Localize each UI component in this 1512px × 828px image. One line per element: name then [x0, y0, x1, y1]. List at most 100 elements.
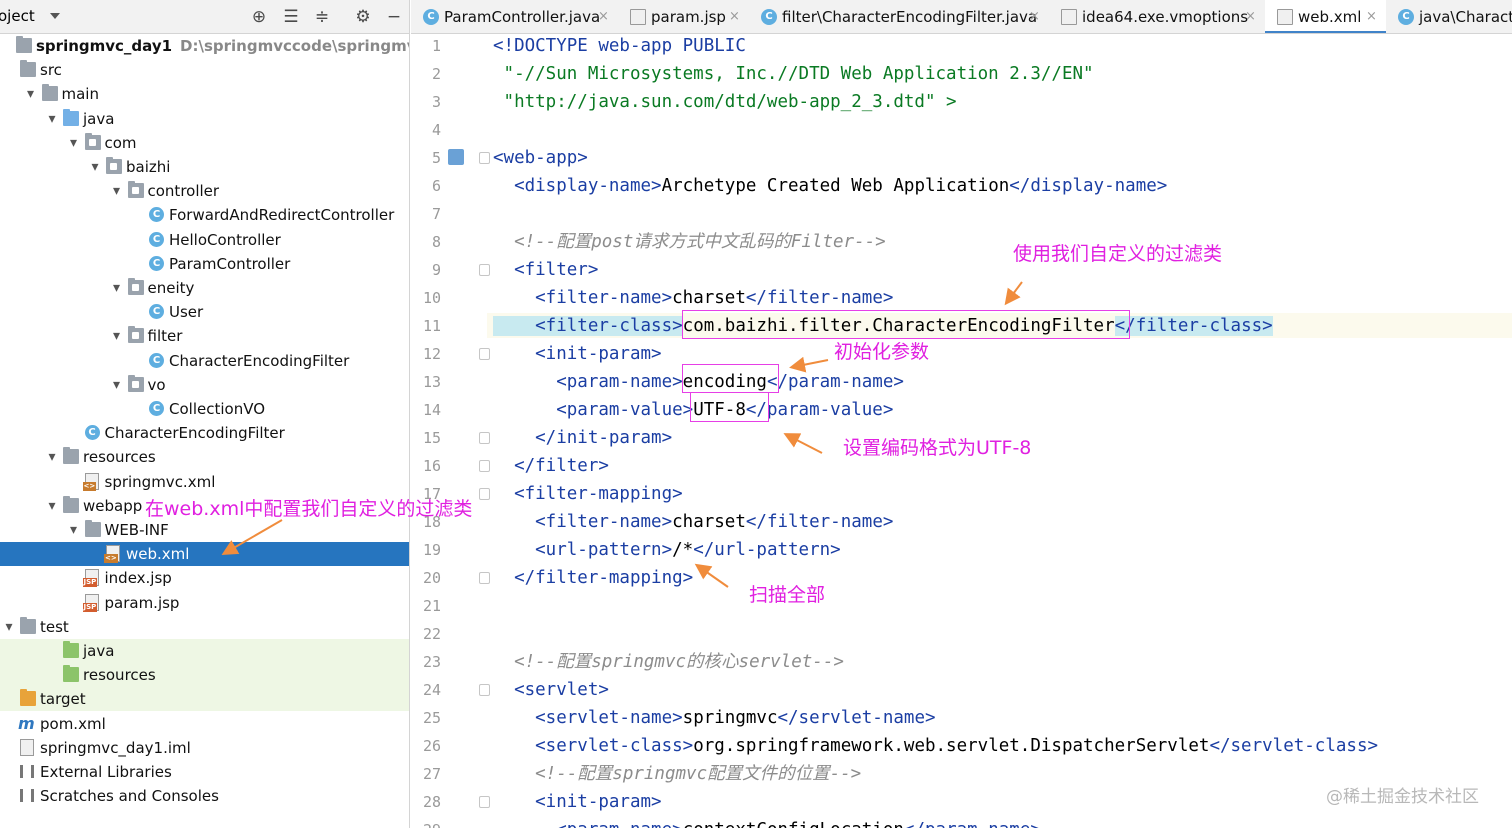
tree-item[interactable]: ▾ resources [0, 445, 409, 469]
editor-tab[interactable]: idea64.exe.vmoptions × [1049, 0, 1265, 33]
tree-item[interactable]: C CharacterEncodingFilter [0, 349, 409, 373]
code-line: <init-param> [493, 344, 662, 364]
maven-icon: m [18, 713, 35, 733]
jsp-file-icon [630, 9, 646, 25]
code-line: <filter-name>charset</filter-name> [493, 288, 894, 308]
line-number: 14 [422, 401, 441, 419]
project-panel: oject ⊕ ☰ ≑ ⚙ − springmvc_day1 D:\springm… [0, 0, 410, 828]
class-icon: C [84, 425, 100, 441]
tree-item-label: CharacterEncodingFilter [104, 424, 285, 443]
close-icon[interactable]: × [1366, 0, 1377, 33]
tree-item[interactable]: src [0, 58, 409, 82]
fold-marker-icon[interactable] [479, 684, 490, 696]
chevron-down-icon[interactable]: ▾ [2, 615, 16, 639]
tree-item[interactable]: java [0, 639, 409, 663]
webxml-annotation: 在web.xml中配置我们自定义的过滤类 [145, 498, 473, 520]
folder-icon [63, 641, 79, 658]
close-icon[interactable]: × [729, 0, 740, 33]
chevron-down-icon[interactable]: ▾ [110, 373, 124, 397]
close-icon[interactable]: × [598, 0, 609, 33]
tree-item[interactable]: ▾ controller [0, 179, 409, 203]
package-dot [131, 284, 139, 291]
line-number: 29 [411, 816, 441, 828]
class-icon: C [149, 255, 164, 271]
editor-tab[interactable]: C ParamController.java × [411, 0, 618, 33]
tree-item[interactable]: resources [0, 663, 409, 688]
minimize-icon[interactable]: − [383, 6, 405, 28]
chevron-down-icon[interactable]: ▾ [45, 107, 59, 131]
tree-item-label: vo [147, 375, 166, 394]
folder-icon [63, 447, 79, 465]
fold-marker-icon[interactable] [479, 348, 490, 360]
tree-item[interactable]: JSP index.jsp [0, 566, 409, 590]
tree-item[interactable]: Scratches and Consoles [0, 784, 409, 808]
fold-marker-icon[interactable] [479, 796, 490, 808]
tree-item[interactable]: ▾ test [0, 615, 409, 639]
package-dot [131, 187, 139, 195]
chevron-down-icon[interactable]: ▾ [67, 131, 81, 155]
tree-item[interactable]: C User [0, 300, 409, 324]
tree-item-label: WEB-INF [104, 521, 169, 539]
tree-item[interactable]: ▾ com [0, 131, 409, 155]
chevron-down-icon[interactable]: ▾ [88, 155, 102, 179]
close-icon[interactable]: × [1029, 0, 1040, 33]
chevron-down-icon[interactable]: ▾ [67, 518, 81, 542]
tree-item[interactable]: C ParamController [0, 252, 409, 276]
tab-label: filter\CharacterEncodingFilter.java [782, 8, 1038, 26]
tree-item[interactable]: ▾ WEB-INF [0, 518, 409, 542]
tree-item[interactable]: <> springmvc.xml [0, 470, 409, 494]
utf8-annotation: 设置编码格式为UTF-8 [843, 437, 1032, 459]
encoding-highlight-box [682, 364, 779, 393]
arrow-to-url-pattern [694, 563, 729, 588]
collapse-all-icon[interactable]: ≑ [311, 6, 333, 28]
chevron-down-icon[interactable]: ▾ [110, 324, 124, 348]
code-line: <!DOCTYPE web-app PUBLIC [493, 36, 746, 56]
fold-marker-icon[interactable] [479, 432, 490, 444]
tree-item[interactable]: C HelloController [0, 228, 409, 252]
chevron-down-icon[interactable]: ▾ [24, 82, 38, 106]
expand-all-icon[interactable]: ☰ [280, 6, 302, 28]
tree-item[interactable]: springmvc_day1D:\springmvccode\springmvc… [0, 34, 409, 58]
tree-item[interactable]: C CharacterEncodingFilter [0, 421, 409, 445]
tree-item[interactable]: ▾ filter [0, 324, 409, 348]
tree-item-label: filter [147, 327, 183, 346]
tree-item[interactable]: External Libraries [0, 760, 409, 784]
web-descriptor-icon[interactable] [448, 149, 464, 165]
utf8-highlight-box [690, 392, 769, 422]
editor-tab[interactable]: Cjava\Characte [1386, 0, 1512, 33]
chevron-down-icon[interactable]: ▾ [110, 179, 124, 203]
tree-item[interactable]: ▾ main [0, 82, 409, 106]
gear-icon[interactable]: ⚙ [352, 6, 374, 28]
tree-item-label: test [40, 617, 69, 636]
folder-icon [16, 36, 32, 53]
locate-icon[interactable]: ⊕ [248, 6, 270, 28]
fold-marker-icon[interactable] [479, 488, 490, 500]
code-line: </init-param> [493, 428, 673, 448]
tree-item[interactable]: springmvc_day1.iml [0, 736, 409, 760]
close-icon[interactable]: × [1245, 0, 1256, 33]
chevron-down-icon[interactable] [50, 13, 60, 19]
tree-item-label: springmvc.xml [104, 472, 216, 491]
doc-file-icon [1061, 9, 1077, 25]
tree-item[interactable]: JSP param.jsp [0, 591, 409, 615]
chevron-down-icon[interactable]: ▾ [45, 494, 59, 518]
tree-item[interactable]: ▾ java [0, 107, 409, 131]
chevron-down-icon[interactable]: ▾ [110, 276, 124, 300]
tree-item[interactable]: <> web.xml [0, 542, 409, 567]
tree-item[interactable]: C CollectionVO [0, 397, 409, 421]
tree-item[interactable]: ▾ baizhi [0, 155, 409, 179]
chevron-down-icon[interactable]: ▾ [45, 445, 59, 469]
fold-marker-icon[interactable] [479, 572, 490, 584]
editor-tab[interactable]: web.xml × [1265, 0, 1386, 33]
tree-item[interactable]: ▾ eneity [0, 276, 409, 300]
editor-tab[interactable]: Cfilter\CharacterEncodingFilter.java × [749, 0, 1049, 33]
project-view-title[interactable]: oject [0, 7, 35, 25]
tree-item[interactable]: m pom.xml [0, 712, 409, 736]
tree-item[interactable]: target [0, 687, 409, 712]
fold-marker-icon[interactable] [479, 264, 490, 276]
fold-marker-icon[interactable] [479, 460, 490, 472]
editor-tab[interactable]: param.jsp × [618, 0, 749, 33]
tree-item[interactable]: C ForwardAndRedirectController [0, 203, 409, 227]
tree-item[interactable]: ▾ vo [0, 373, 409, 397]
fold-marker-icon[interactable] [479, 152, 490, 164]
